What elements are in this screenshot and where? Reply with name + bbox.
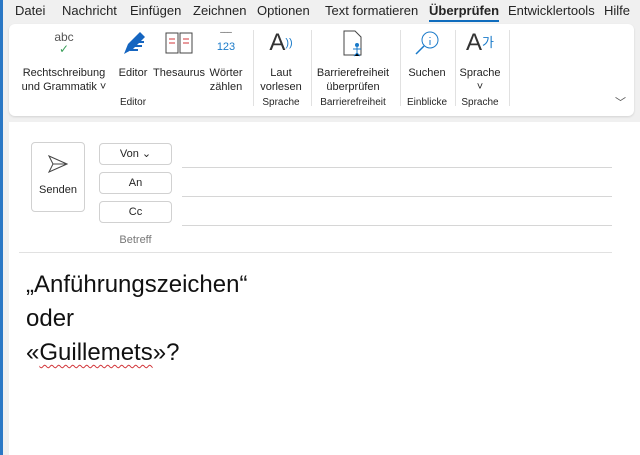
divider [400, 30, 401, 106]
ribbon: abc ✓ Rechtschreibung und Grammatik ˅ Edi… [9, 24, 634, 116]
group-label-sprache: Sprache [262, 97, 300, 108]
group-label-einblicke: Einblicke [406, 97, 448, 108]
divider [509, 30, 510, 106]
tab-einfuegen[interactable]: Einfügen [130, 0, 181, 18]
tab-nachricht[interactable]: Nachricht [62, 0, 117, 18]
divider [182, 167, 612, 168]
spelling-button[interactable]: abc ✓ Rechtschreibung und Grammatik ˅ [19, 28, 109, 94]
divider [253, 30, 254, 106]
read-aloud-icon: A)) [269, 29, 293, 56]
message-body[interactable]: „Anführungszeichen“ oder «Guillemets»? [26, 268, 247, 370]
tab-ueberpruefen[interactable]: Überprüfen [429, 0, 500, 22]
tab-datei[interactable]: Datei [15, 0, 45, 18]
divider [311, 30, 312, 106]
tab-zeichnen[interactable]: Zeichnen [193, 0, 246, 18]
word-count-icon: ‾‾‾ 123 [216, 32, 236, 53]
tab-optionen[interactable]: Optionen [257, 0, 310, 18]
search-info-icon [402, 28, 452, 58]
chevron-down-icon: ⌄ [141, 148, 152, 160]
accessibility-button[interactable]: Barrierefreiheit überprüfen [313, 28, 393, 94]
send-icon [32, 154, 84, 176]
cc-button[interactable]: Cc [99, 201, 172, 223]
group-label-editor: Editor [119, 97, 147, 108]
to-input[interactable] [182, 196, 612, 197]
menu-bar: Datei Nachricht Einfügen Zeichnen Option… [3, 0, 640, 22]
book-icon [153, 28, 205, 58]
to-button[interactable]: An [99, 172, 172, 194]
from-button[interactable]: Von ⌄ [99, 143, 172, 165]
language-button[interactable]: A가 Sprache ˅ [457, 28, 503, 94]
language-icon: A가 [466, 29, 494, 56]
editor-button[interactable]: Editor [113, 28, 153, 80]
tab-text-formatieren[interactable]: Text formatieren [325, 0, 418, 18]
misspelled-word[interactable]: Guillemets [39, 339, 152, 366]
compose-area: Senden Von ⌄ An Cc Betreff „Anführungsze… [9, 122, 640, 455]
search-button[interactable]: Suchen [402, 28, 452, 80]
word-count-button[interactable]: ‾‾‾ 123 Wörter zählen [205, 28, 247, 94]
tab-entwicklertools[interactable]: Entwicklertools [508, 0, 595, 18]
read-aloud-button[interactable]: A)) Laut vorlesen [257, 28, 305, 94]
editor-pen-icon [113, 28, 153, 58]
divider [455, 30, 456, 106]
cc-input[interactable] [182, 225, 612, 226]
thesaurus-button[interactable]: Thesaurus [153, 28, 205, 80]
collapse-ribbon-chevron-icon[interactable]: ﹀ [615, 94, 626, 110]
tab-hilfe[interactable]: Hilfe [604, 0, 630, 18]
send-button[interactable]: Senden [31, 142, 85, 212]
spelling-icon: abc ✓ [54, 30, 74, 56]
accessibility-icon [313, 28, 393, 58]
subject-input[interactable] [19, 252, 612, 253]
group-label-barrierefreiheit: Barrierefreiheit [320, 97, 386, 108]
subject-label: Betreff [119, 234, 152, 246]
group-label-sprache-2: Sprache [461, 97, 499, 108]
